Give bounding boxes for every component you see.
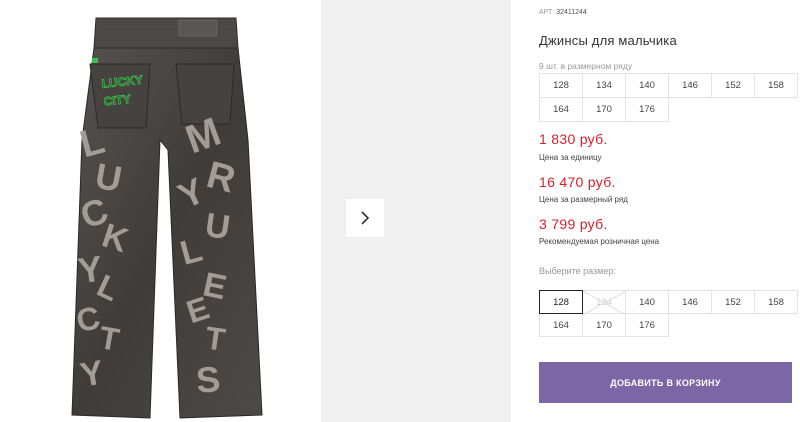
size-option[interactable]: 146 [668, 290, 712, 314]
size-selector: 128 134 140 146 152 158 164 170 176 [539, 290, 798, 337]
size-option[interactable]: 140 [625, 290, 669, 314]
row-price-label: Цена за размерный ряд [539, 195, 628, 204]
product-photo[interactable]: LUCKY CITY L U C K Y L C T Y M R Y U L E… [0, 0, 320, 422]
product-title: Джинсы для мальчика [539, 33, 677, 48]
size-row-cell: 140 [626, 74, 669, 98]
chevron-right-icon [361, 211, 370, 225]
size-row-cell: 134 [583, 74, 626, 98]
retail-price-label: Рекомендуемая розничная цена [539, 237, 660, 246]
size-row-cell: 170 [583, 98, 626, 122]
size-row-note: 9 шт. в размерном ряду [539, 61, 633, 71]
add-to-cart-button[interactable]: Добавить в корзину [539, 362, 792, 403]
size-row-cell: 158 [755, 74, 798, 98]
row-price: 16 470 руб. [539, 174, 616, 190]
size-option[interactable]: 152 [711, 290, 755, 314]
size-row-cell: 176 [626, 98, 669, 122]
unit-price: 1 830 руб. [539, 131, 608, 147]
size-row-cell: 146 [669, 74, 712, 98]
unit-price-label: Цена за единицу [539, 153, 602, 162]
panel-divider [509, 0, 510, 422]
size-option-selected[interactable]: 128 [539, 290, 583, 314]
article-number: АРТ: 32411244 [539, 9, 587, 16]
size-option[interactable]: 158 [754, 290, 798, 314]
svg-text:U: U [203, 206, 233, 247]
size-row-cell: 152 [712, 74, 755, 98]
article-value: 32411244 [556, 9, 587, 16]
size-row-grid: 128 134 140 146 152 158 164 170 176 [539, 73, 798, 122]
choose-size-label: Выберите размер: [539, 266, 616, 276]
retail-price: 3 799 руб. [539, 216, 608, 232]
article-label: АРТ: [539, 9, 555, 16]
size-option-unavailable: 134 [582, 290, 626, 315]
size-row-cell: 164 [540, 98, 583, 122]
svg-text:CITY: CITY [103, 92, 132, 109]
size-option[interactable]: 176 [625, 313, 669, 337]
jeans-illustration: LUCKY CITY L U C K Y L C T Y M R Y U L E… [71, 17, 263, 419]
unavailable-cross-icon [583, 291, 626, 315]
size-row-cell: 128 [540, 74, 583, 98]
size-option[interactable]: 170 [582, 313, 626, 337]
gallery-next-button[interactable] [346, 199, 384, 237]
svg-text:S: S [194, 358, 221, 401]
size-option[interactable]: 164 [539, 313, 583, 337]
